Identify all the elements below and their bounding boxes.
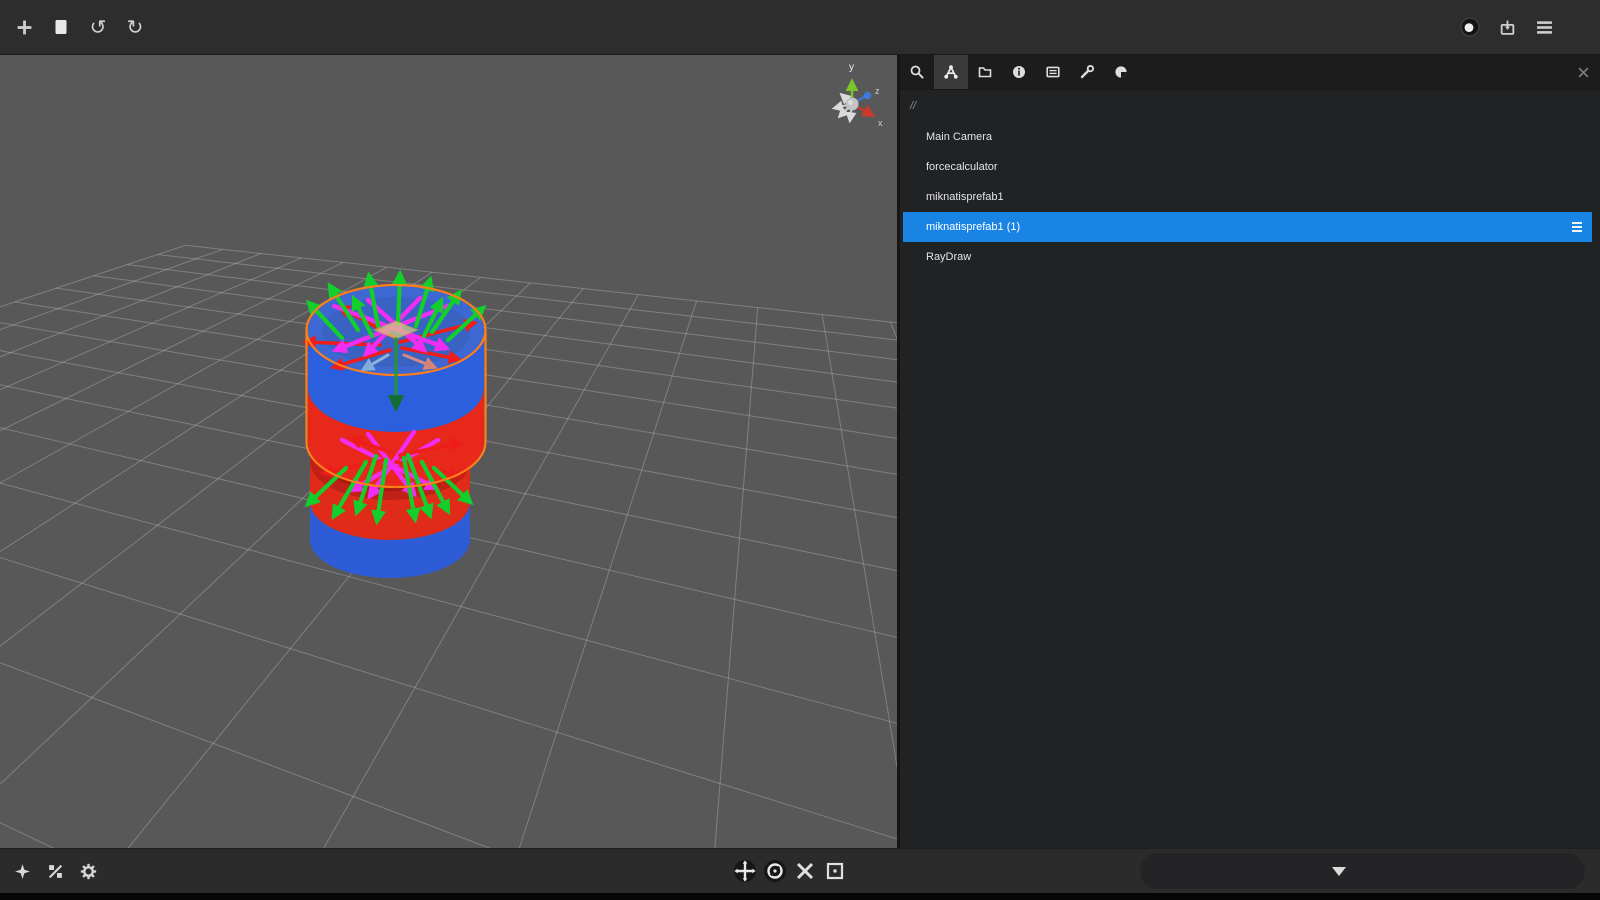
hierarchy-item-label: forcecalculator (926, 161, 998, 173)
gizmo-label-x: x (878, 118, 883, 128)
top-toolbar-right (1456, 13, 1600, 41)
scale-close-icon (795, 861, 815, 881)
rotate-tool-button[interactable] (761, 857, 789, 885)
tab-console[interactable] (1036, 55, 1070, 89)
rect-tool-icon (825, 861, 845, 881)
record-toggle-button[interactable] (1456, 13, 1484, 41)
settings-gear-icon (80, 863, 97, 880)
panel-close-icon[interactable] (1574, 63, 1592, 81)
undo-button[interactable]: ↺ (84, 13, 112, 41)
right-panel: // Main Camera forcecalculator miknatispre… (897, 55, 1600, 848)
tab-tools[interactable] (1070, 55, 1104, 89)
hierarchy-item[interactable]: forcecalculator (903, 152, 1592, 182)
main-menu-button[interactable] (1530, 13, 1558, 41)
hierarchy-item[interactable]: RayDraw (903, 242, 1592, 272)
scene-canvas[interactable]: y z x (0, 55, 897, 848)
record-circle-icon (1459, 16, 1481, 38)
hierarchy-item-label: RayDraw (926, 251, 971, 263)
tab-folder[interactable] (968, 55, 1002, 89)
top-toolbar: ↺ ↻ (0, 0, 1600, 55)
tab-info[interactable] (1002, 55, 1036, 89)
redo-button[interactable]: ↻ (121, 13, 149, 41)
stop-button[interactable] (47, 13, 75, 41)
hierarchy-item[interactable]: miknatisprefab1 (903, 182, 1592, 212)
stop-square-icon (53, 18, 69, 36)
move-tool-icon (732, 858, 758, 884)
settings-button[interactable] (74, 857, 102, 885)
save-button[interactable] (1493, 13, 1521, 41)
redo-rotate-icon: ↻ (127, 17, 144, 37)
breadcrumb: // (900, 90, 1600, 122)
app-window: ↺ ↻ (0, 0, 1600, 900)
window-edge (0, 893, 1600, 900)
top-toolbar-left: ↺ ↻ (0, 13, 149, 41)
move-tool-button-bottom[interactable] (731, 857, 759, 885)
layer-dropdown[interactable] (1140, 853, 1585, 889)
move-tool-button[interactable] (10, 13, 38, 41)
menu-hamburger-icon (1536, 20, 1553, 35)
undo-rotate-icon: ↺ (90, 17, 107, 37)
tab-search[interactable] (900, 55, 934, 89)
tab-render[interactable] (1104, 55, 1138, 89)
chevron-down-icon (1332, 867, 1346, 876)
hierarchy-item-label: miknatisprefab1 (1) (926, 221, 1020, 233)
hierarchy-item[interactable]: miknatisprefab1 (1) (903, 212, 1592, 242)
gizmo-label-y: y (849, 62, 854, 73)
hierarchy-item-label: miknatisprefab1 (926, 191, 1004, 203)
tab-hierarchy[interactable] (934, 55, 968, 89)
bottom-toolbar (0, 848, 1600, 893)
orientation-gizmo[interactable]: y z x (835, 62, 883, 128)
gizmo-label-z: z (875, 86, 880, 96)
move-cross-icon (16, 19, 33, 36)
bottom-toolbar-center (731, 857, 849, 885)
save-box-icon (1499, 19, 1516, 36)
rect-tool-button[interactable] (821, 857, 849, 885)
gizmo-toggle-button[interactable] (8, 857, 36, 885)
snap-percent-icon (47, 863, 64, 880)
3d-viewport[interactable]: y z x (0, 55, 897, 848)
hierarchy-item-label: Main Camera (926, 131, 992, 143)
row-menu-icon[interactable] (1572, 222, 1582, 232)
hierarchy-item[interactable]: Main Camera (903, 122, 1592, 152)
panel-tab-bar (900, 55, 1600, 90)
bottom-toolbar-left (8, 857, 102, 885)
sparkle-gizmo-icon (14, 863, 31, 880)
scale-tool-button[interactable] (791, 857, 819, 885)
snap-toggle-button[interactable] (41, 857, 69, 885)
rotate-tool-icon (762, 858, 788, 884)
hierarchy-list: Main Camera forcecalculator miknatisprefab… (903, 122, 1592, 272)
